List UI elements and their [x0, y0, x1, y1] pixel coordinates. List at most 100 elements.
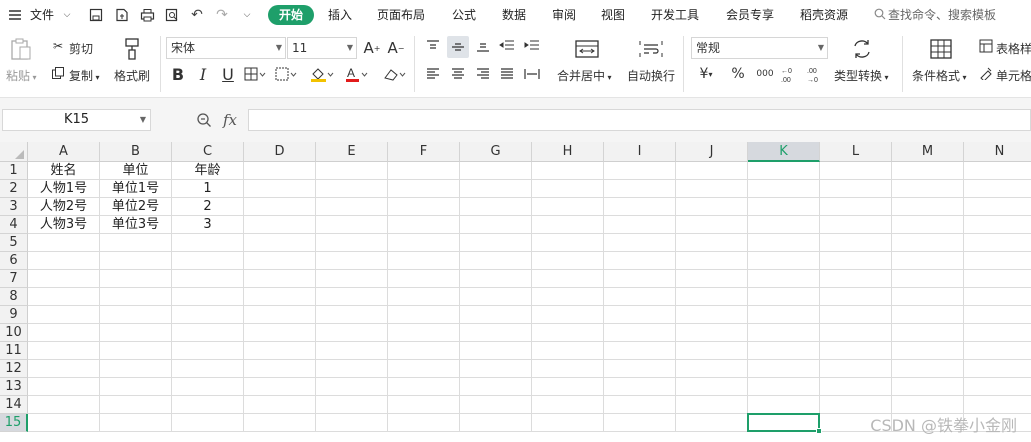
align-bottom-icon[interactable]	[473, 36, 493, 56]
cell-e11[interactable]	[316, 342, 388, 360]
cell-a14[interactable]	[28, 396, 100, 414]
cell-a12[interactable]	[28, 360, 100, 378]
cell-b10[interactable]	[100, 324, 172, 342]
file-menu[interactable]: 文件	[30, 0, 54, 30]
column-header-a[interactable]: A	[28, 142, 100, 162]
font-color-icon[interactable]: A	[344, 64, 370, 84]
cell-i14[interactable]	[604, 396, 676, 414]
cell-c13[interactable]	[172, 378, 244, 396]
row-header-3[interactable]: 3	[0, 198, 28, 216]
cell-n13[interactable]	[964, 378, 1031, 396]
cell-k9[interactable]	[748, 306, 820, 324]
cell-n12[interactable]	[964, 360, 1031, 378]
cell-c7[interactable]	[172, 270, 244, 288]
cell-i10[interactable]	[604, 324, 676, 342]
wrap-text-button[interactable]: 自动换行	[627, 67, 675, 84]
cell-l7[interactable]	[820, 270, 892, 288]
cell-e8[interactable]	[316, 288, 388, 306]
column-header-i[interactable]: I	[604, 142, 676, 162]
cell-f7[interactable]	[388, 270, 460, 288]
cell-d2[interactable]	[244, 180, 316, 198]
cell-j12[interactable]	[676, 360, 748, 378]
column-header-d[interactable]: D	[244, 142, 316, 162]
tab-page-layout[interactable]: 页面布局	[377, 0, 425, 30]
fill-color-icon[interactable]	[309, 64, 335, 84]
cell-i6[interactable]	[604, 252, 676, 270]
row-header-6[interactable]: 6	[0, 252, 28, 270]
column-header-c[interactable]: C	[172, 142, 244, 162]
cell-b5[interactable]	[100, 234, 172, 252]
cell-k6[interactable]	[748, 252, 820, 270]
cell-d8[interactable]	[244, 288, 316, 306]
cell-h12[interactable]	[532, 360, 604, 378]
cell-k7[interactable]	[748, 270, 820, 288]
column-header-n[interactable]: N	[964, 142, 1031, 162]
row-header-12[interactable]: 12	[0, 360, 28, 378]
cell-h11[interactable]	[532, 342, 604, 360]
cell-a2[interactable]: 人物1号	[28, 180, 100, 198]
cell-h15[interactable]	[532, 414, 604, 432]
cell-b15[interactable]	[100, 414, 172, 432]
cell-n3[interactable]	[964, 198, 1031, 216]
command-search[interactable]: 查找命令、搜索模板	[874, 0, 996, 30]
cell-j15[interactable]	[676, 414, 748, 432]
cell-d3[interactable]	[244, 198, 316, 216]
row-header-5[interactable]: 5	[0, 234, 28, 252]
cell-b13[interactable]	[100, 378, 172, 396]
quick-access-more-icon[interactable]: ⌵	[238, 6, 256, 24]
cell-l5[interactable]	[820, 234, 892, 252]
cell-m3[interactable]	[892, 198, 964, 216]
row-header-2[interactable]: 2	[0, 180, 28, 198]
cell-i5[interactable]	[604, 234, 676, 252]
decrease-font-icon[interactable]: A −	[386, 38, 406, 58]
cell-f2[interactable]	[388, 180, 460, 198]
cell-j5[interactable]	[676, 234, 748, 252]
undo-icon[interactable]: ↶	[188, 6, 206, 24]
cell-g3[interactable]	[460, 198, 532, 216]
cell-k13[interactable]	[748, 378, 820, 396]
cell-e6[interactable]	[316, 252, 388, 270]
cell-b9[interactable]	[100, 306, 172, 324]
align-left-icon[interactable]	[423, 64, 443, 84]
decrease-indent-icon[interactable]	[497, 36, 517, 56]
column-header-g[interactable]: G	[460, 142, 532, 162]
cell-f3[interactable]	[388, 198, 460, 216]
cell-g5[interactable]	[460, 234, 532, 252]
table-style-button[interactable]: 表格样	[996, 40, 1031, 57]
cell-d7[interactable]	[244, 270, 316, 288]
cell-l12[interactable]	[820, 360, 892, 378]
cell-c11[interactable]	[172, 342, 244, 360]
cell-style-button[interactable]: 单元格	[996, 67, 1031, 84]
row-header-10[interactable]: 10	[0, 324, 28, 342]
cell-j1[interactable]	[676, 162, 748, 180]
cell-f5[interactable]	[388, 234, 460, 252]
cell-d15[interactable]	[244, 414, 316, 432]
tab-data[interactable]: 数据	[502, 0, 526, 30]
cell-a13[interactable]	[28, 378, 100, 396]
column-header-h[interactable]: H	[532, 142, 604, 162]
cell-f11[interactable]	[388, 342, 460, 360]
function-icon[interactable]: fx	[219, 110, 241, 130]
cell-b11[interactable]	[100, 342, 172, 360]
paste-button[interactable]: 粘贴 ▾	[6, 67, 37, 84]
borders-icon[interactable]	[243, 64, 267, 84]
cell-m5[interactable]	[892, 234, 964, 252]
font-name-select[interactable]: 宋体 ▼	[166, 37, 286, 59]
increase-decimal-icon[interactable]: ←0.00	[779, 64, 801, 84]
cell-a4[interactable]: 人物3号	[28, 216, 100, 234]
save-icon[interactable]	[87, 6, 105, 24]
cell-m2[interactable]	[892, 180, 964, 198]
underline-icon[interactable]: U	[218, 64, 238, 84]
cell-i7[interactable]	[604, 270, 676, 288]
decrease-decimal-icon[interactable]: .00 →0	[805, 64, 827, 84]
cell-f1[interactable]	[388, 162, 460, 180]
cell-l11[interactable]	[820, 342, 892, 360]
cell-h13[interactable]	[532, 378, 604, 396]
cell-g8[interactable]	[460, 288, 532, 306]
cell-n2[interactable]	[964, 180, 1031, 198]
cell-j11[interactable]	[676, 342, 748, 360]
clear-format-icon[interactable]	[380, 64, 408, 84]
cell-a1[interactable]: 姓名	[28, 162, 100, 180]
cell-e14[interactable]	[316, 396, 388, 414]
row-header-7[interactable]: 7	[0, 270, 28, 288]
